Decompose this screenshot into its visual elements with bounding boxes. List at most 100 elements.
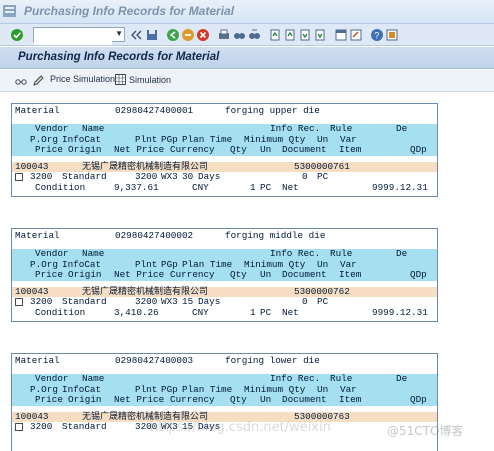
valid-to-date: 9999.12.31	[372, 181, 428, 193]
header-rule: Rule	[330, 123, 353, 134]
material-description: forging upper die	[225, 105, 320, 116]
info-record-block: Material 02980427400003 forging lower di…	[11, 353, 438, 451]
command-field[interactable]: ▼	[33, 27, 125, 45]
column-header-line1: Vendor Name Info Rec. Rule De	[12, 123, 437, 135]
porg-value: 3200	[30, 171, 53, 182]
material-number[interactable]: 02980427400002	[115, 229, 193, 243]
shortcut-icon[interactable]	[349, 28, 363, 42]
net-price-value: 9,337.61	[114, 181, 159, 193]
header-de: De	[396, 373, 408, 384]
simulation-button[interactable]: Simulation	[115, 74, 171, 85]
header-un: Un	[260, 269, 272, 280]
column-header-line1: Vendor Name Info Rec. Rule De	[12, 373, 437, 385]
header-info-rec: Info Rec.	[270, 123, 321, 134]
help-icon[interactable]: ?	[370, 28, 384, 42]
org-data-row: 3200 Standard 3200 WX3 30 Days 0 PC	[12, 171, 437, 183]
header-vendor: Vendor	[35, 373, 69, 384]
header-net-price: Net Price	[114, 269, 165, 280]
info-record-block: Material 02980427400002 forging middle d…	[11, 228, 438, 322]
min-qty-value: 0	[302, 171, 308, 182]
header-item: Item	[339, 269, 362, 280]
header-price: Price	[35, 144, 63, 155]
min-qty-unit: PC	[317, 171, 329, 182]
plant-value: 3200	[135, 171, 158, 182]
header-origin: Origin	[68, 269, 102, 280]
back-icon[interactable]	[166, 28, 180, 42]
qty-value: 1	[250, 181, 256, 193]
header-vendor: Vendor	[35, 248, 69, 259]
currency-value: CNY	[192, 306, 209, 318]
qty-unit: PC	[260, 306, 272, 318]
material-description: forging lower die	[225, 355, 320, 366]
pgp-value: WX3	[161, 296, 178, 307]
window-title: Purchasing Info Records for Material	[24, 4, 235, 18]
find-next-icon[interactable]	[247, 28, 261, 42]
material-number[interactable]: 02980427400003	[115, 354, 193, 368]
screen-title-bar: Purchasing Info Records for Material	[0, 47, 494, 69]
plan-time-value: 30	[182, 171, 194, 182]
material-row: Material 02980427400003 forging lower di…	[12, 354, 437, 368]
header-document: Document	[282, 394, 327, 405]
price-simulation-button[interactable]: Price Simulation	[50, 74, 115, 84]
chevron-down-icon[interactable]: ▼	[115, 29, 123, 38]
condition-row: Condition 9,337.61 CNY 1 PC Net 9999.12.…	[12, 181, 437, 194]
simulation-label: Simulation	[129, 74, 172, 85]
next-page-icon[interactable]	[298, 28, 312, 42]
previous-page-icon[interactable]	[283, 28, 297, 42]
plan-unit: Days	[198, 171, 221, 182]
min-qty-unit: PC	[317, 296, 329, 307]
min-qty-value: 0	[302, 296, 308, 307]
qty-value: 1	[250, 306, 256, 318]
glasses-display-icon[interactable]	[15, 75, 27, 87]
condition-label: Condition	[35, 181, 86, 193]
material-label: Material	[15, 105, 60, 116]
header-currency: Currency	[170, 394, 215, 405]
header-price: Price	[35, 394, 63, 405]
customize-layout-icon[interactable]	[385, 28, 399, 42]
last-page-icon[interactable]	[313, 28, 327, 42]
print-icon[interactable]	[217, 28, 231, 42]
header-qty: Qty	[230, 394, 247, 405]
infocat-value: Standard	[62, 421, 107, 432]
header-info-rec: Info Rec.	[270, 373, 321, 384]
collapse-left-icon[interactable]	[130, 28, 144, 42]
find-icon[interactable]	[232, 28, 246, 42]
pencil-edit-icon[interactable]	[32, 75, 44, 87]
net-label: Net	[282, 306, 299, 318]
net-price-value: 3,410.26	[114, 306, 159, 318]
material-row: Material 02980427400002 forging middle d…	[12, 229, 437, 243]
header-de: De	[396, 248, 408, 259]
command-input[interactable]	[34, 32, 112, 45]
infocat-value: Standard	[62, 171, 107, 182]
infocat-value: Standard	[62, 296, 107, 307]
new-session-icon[interactable]	[334, 28, 348, 42]
header-price: Price	[35, 269, 63, 280]
net-label: Net	[282, 181, 299, 193]
enter-checkmark-icon[interactable]	[10, 28, 24, 42]
currency-value: CNY	[192, 181, 209, 193]
save-icon[interactable]	[145, 28, 159, 42]
org-data-row: 3200 Standard 3200 WX3 15 Days 0 PC	[12, 296, 437, 308]
material-number[interactable]: 02980427400001	[115, 104, 193, 118]
header-name: Name	[82, 248, 105, 259]
header-net-price: Net Price	[114, 394, 165, 405]
cancel-icon[interactable]	[196, 28, 210, 42]
exit-icon[interactable]	[181, 28, 195, 42]
header-vendor: Vendor	[35, 123, 69, 134]
select-checkbox[interactable]	[15, 173, 23, 181]
condition-row: Condition 3,410.26 CNY 1 PC Net 9999.12.…	[12, 306, 437, 319]
qty-unit: PC	[260, 181, 272, 193]
first-page-icon[interactable]	[268, 28, 282, 42]
header-qty: Qty	[230, 269, 247, 280]
header-document: Document	[282, 144, 327, 155]
header-origin: Origin	[68, 394, 102, 405]
application-toolbar: Price Simulation Simulation	[0, 70, 494, 92]
header-origin: Origin	[68, 144, 102, 155]
select-checkbox[interactable]	[15, 298, 23, 306]
window-title-bar: Purchasing Info Records for Material	[0, 0, 494, 24]
select-checkbox[interactable]	[15, 423, 23, 431]
info-record-block: Material 02980427400001 forging upper di…	[11, 103, 438, 197]
header-de: De	[396, 123, 408, 134]
column-header-line3: Price Origin Net Price Currency Qty Un D…	[12, 394, 437, 406]
price-simulation-label: Price Simulation	[50, 74, 116, 84]
